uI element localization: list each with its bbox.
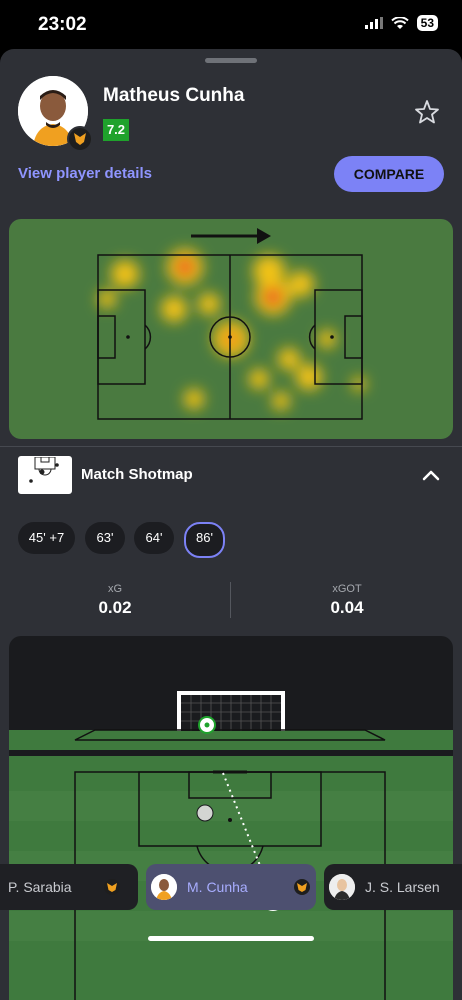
player-card-avatar xyxy=(151,874,177,900)
arrow-right-icon xyxy=(191,228,271,244)
heatmap-card xyxy=(9,219,453,439)
battery-indicator: 53 xyxy=(416,15,438,31)
compare-button[interactable]: COMPARE xyxy=(334,156,444,192)
shot-chip-selected[interactable]: 86' xyxy=(184,522,225,558)
star-icon xyxy=(415,100,439,124)
shot-visual-card xyxy=(9,636,453,1000)
player-card-active[interactable]: M. Cunha xyxy=(146,864,316,910)
player-card-avatar xyxy=(329,874,355,900)
player-card-name: J. S. Larsen xyxy=(365,879,440,895)
xg-label: xG xyxy=(107,583,123,595)
heatmap-overlay xyxy=(98,249,366,410)
signal-icon xyxy=(364,17,383,29)
collapse-shotmap-button[interactable] xyxy=(418,462,444,488)
player-name: Matheus Cunha xyxy=(103,85,245,106)
player-card-name: M. Cunha xyxy=(187,879,248,895)
xgot-label: xGOT xyxy=(332,583,362,595)
club-badge-icon xyxy=(67,126,93,152)
club-badge-icon xyxy=(294,879,310,895)
view-player-details-link[interactable]: View player details xyxy=(18,165,152,182)
shotmap-icon xyxy=(18,456,72,494)
club-badge-icon xyxy=(104,879,120,895)
favorite-star-button[interactable] xyxy=(412,97,442,127)
shot-chip[interactable]: 63' xyxy=(85,522,125,554)
player-card-name: P. Sarabia xyxy=(8,879,72,895)
shot-marker xyxy=(196,804,214,822)
xgot-value: 0.04 xyxy=(330,598,364,617)
player-sheet: Matheus Cunha 7.2 View player details CO… xyxy=(0,49,462,1000)
shot-chip[interactable]: 64' xyxy=(134,522,174,554)
goal-view xyxy=(9,691,453,750)
player-rating-badge: 7.2 xyxy=(103,119,129,141)
xg-value: 0.02 xyxy=(98,598,132,617)
status-icons: 53 xyxy=(364,15,438,31)
chevron-up-icon xyxy=(422,470,440,481)
player-carousel[interactable]: P. Sarabia M. Cunha J. S. Larsen xyxy=(0,864,462,910)
player-card[interactable]: J. S. Larsen xyxy=(324,864,462,910)
sheet-grabber[interactable] xyxy=(205,58,257,63)
shot-chip[interactable]: 45' +7 xyxy=(18,522,75,554)
shotmap-title: Match Shotmap xyxy=(81,466,193,483)
stats-separator xyxy=(230,582,231,618)
home-indicator[interactable] xyxy=(148,936,314,941)
player-card[interactable]: P. Sarabia xyxy=(0,864,138,910)
wifi-icon xyxy=(390,16,409,29)
section-divider xyxy=(0,446,462,447)
status-time: 23:02 xyxy=(38,14,87,35)
